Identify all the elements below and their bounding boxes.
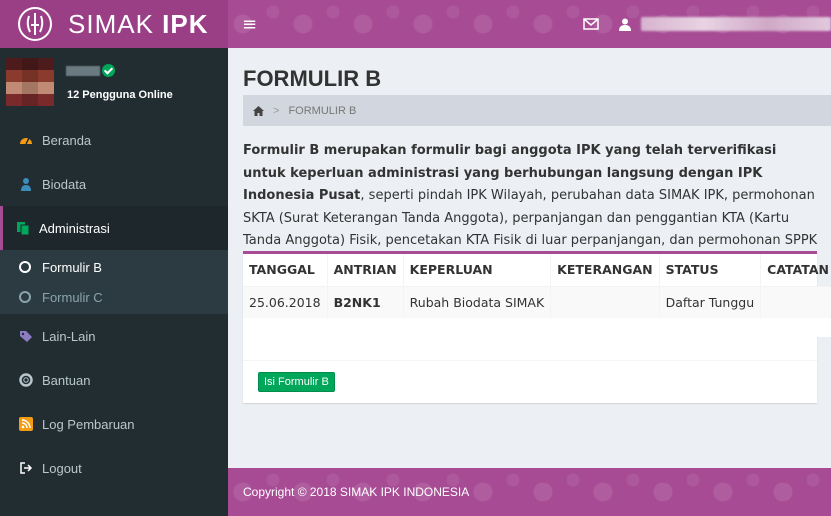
online-status-icon	[102, 64, 115, 77]
table-cell-keterangan	[550, 286, 660, 318]
life-ring-icon	[19, 373, 33, 387]
online-users-count: 12 Pengguna Online	[67, 89, 173, 101]
sidebar-item-label: Logout	[42, 460, 82, 476]
administrasi-submenu: Formulir B Formulir C	[0, 250, 228, 314]
sidebar-item-lain-lain[interactable]: Lain-Lain	[0, 314, 228, 358]
sidebar-menu: Beranda Biodata Administrasi Formulir B …	[0, 118, 228, 490]
formulir-table: TANGGAL ANTRIAN KEPERLUAN KETERANGAN STA…	[243, 254, 831, 337]
table-spacer-row	[243, 318, 831, 337]
submenu-item-formulir-c[interactable]: Formulir C	[0, 282, 228, 312]
sign-out-icon	[20, 462, 33, 474]
sidebar-item-label: Administrasi	[39, 220, 110, 236]
files-icon	[17, 222, 30, 235]
column-header: KEPERLUAN	[403, 254, 552, 287]
sidebar-item-label: Log Pembaruan	[42, 416, 135, 432]
user-panel: 12 Pengguna Online	[0, 48, 228, 118]
submenu-item-label: Formulir B	[42, 259, 102, 275]
navbar-right	[583, 0, 831, 48]
sidebar-item-bantuan[interactable]: Bantuan	[0, 358, 228, 402]
column-header: KETERANGAN	[550, 254, 660, 287]
rss-icon	[19, 417, 33, 431]
logo-emblem-icon	[18, 7, 52, 41]
app-name: SIMAK IPK	[68, 8, 209, 39]
table-cell-catatan	[760, 286, 831, 318]
sidebar: 12 Pengguna Online Beranda Biodata Admin…	[0, 48, 228, 516]
breadcrumb-separator: >	[273, 104, 280, 117]
main-content: FORMULIR B > FORMULIR B Formulir B merup…	[228, 48, 831, 468]
box-footer: Isi Formulir B	[243, 360, 817, 403]
table-cell-antrian: B2NK1	[327, 286, 404, 318]
table-header-row: TANGGAL ANTRIAN KEPERLUAN KETERANGAN STA…	[243, 254, 831, 287]
sidebar-item-log-pembaruan[interactable]: Log Pembaruan	[0, 402, 228, 446]
breadcrumb-current: FORMULIR B	[288, 104, 357, 117]
column-header: CATATAN	[760, 254, 831, 287]
navbar: ≡	[228, 0, 831, 48]
sidebar-item-label: Biodata	[42, 176, 87, 192]
table-cell-keperluan: Rubah Biodata SIMAK	[403, 286, 552, 318]
copyright-text: Copyright © 2018 SIMAK IPK INDONESIA	[243, 485, 470, 499]
isi-formulir-b-button[interactable]: Isi Formulir B	[258, 372, 335, 392]
submenu-item-label: Formulir C	[42, 289, 103, 305]
formulir-table-box: TANGGAL ANTRIAN KEPERLUAN KETERANGAN STA…	[243, 251, 831, 403]
column-header: TANGGAL	[243, 254, 328, 287]
home-icon[interactable]	[253, 105, 264, 116]
circle-icon	[19, 261, 31, 273]
envelope-icon[interactable]	[583, 18, 599, 30]
user-name-redacted	[66, 66, 100, 76]
sidebar-item-beranda[interactable]: Beranda	[0, 118, 228, 162]
avatar	[6, 58, 54, 106]
user-icon	[21, 178, 31, 191]
user-menu-name-redacted[interactable]	[641, 17, 831, 31]
sidebar-item-administrasi[interactable]: Administrasi	[0, 206, 228, 250]
user-icon[interactable]	[619, 18, 631, 31]
submenu-item-formulir-b[interactable]: Formulir B	[0, 252, 228, 282]
page-footer: Copyright © 2018 SIMAK IPK INDONESIA	[228, 468, 831, 516]
table-row: 25.06.2018 B2NK1 Rubah Biodata SIMAK Daf…	[243, 286, 831, 318]
tag-icon	[20, 331, 32, 342]
table-spacer-cell	[243, 318, 831, 337]
page-title: FORMULIR B	[243, 66, 382, 91]
sidebar-item-label: Beranda	[42, 132, 92, 148]
sidebar-item-label: Bantuan	[42, 372, 91, 388]
sidebar-item-logout[interactable]: Logout	[0, 446, 228, 490]
dashboard-icon	[20, 137, 32, 145]
sidebar-item-biodata[interactable]: Biodata	[0, 162, 228, 206]
column-header: STATUS	[659, 254, 762, 287]
top-header: SIMAK IPK ≡	[0, 0, 831, 48]
sidebar-item-label: Lain-Lain	[42, 328, 96, 344]
column-header: ANTRIAN	[327, 254, 404, 287]
breadcrumb: > FORMULIR B	[243, 95, 831, 126]
sidebar-toggle-button[interactable]: ≡	[242, 14, 257, 35]
table-cell-status: Daftar Tunggu	[659, 286, 762, 318]
table-cell-tanggal: 25.06.2018	[243, 286, 328, 318]
logo-area[interactable]: SIMAK IPK	[0, 0, 228, 48]
circle-icon	[19, 291, 31, 303]
